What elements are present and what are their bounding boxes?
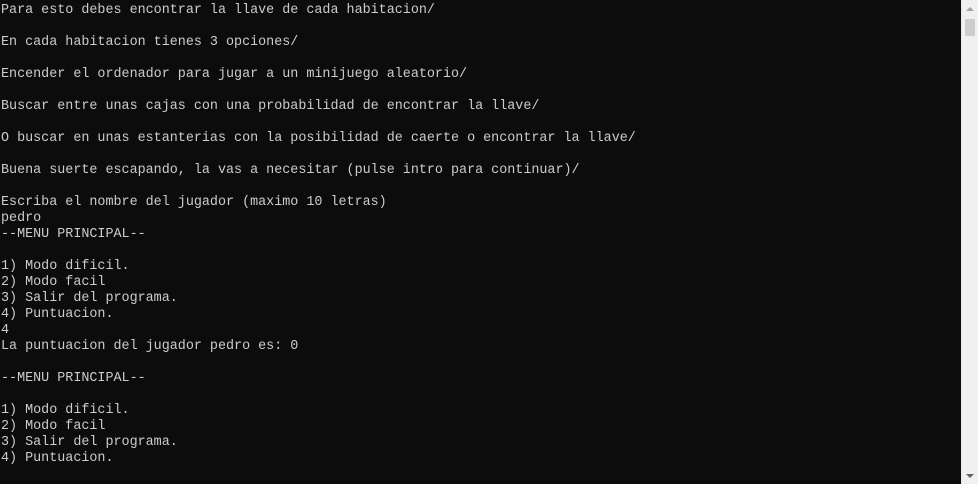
console-line: O buscar en unas estanterias con la posi… [1,131,636,146]
menu-option-hard-mode: 1) Modo dificil. [1,403,130,418]
scroll-down-button[interactable] [962,467,978,484]
scroll-up-button[interactable] [962,0,978,17]
menu-option-exit: 3) Salir del programa. [1,435,178,450]
menu-option-hard-mode: 1) Modo dificil. [1,259,130,274]
console-output[interactable]: Para esto debes encontrar la llave de ca… [0,3,958,481]
console-input-echo: pedro [1,211,42,226]
console-prompt-line: Escriba el nombre del jugador (maximo 10… [1,195,387,210]
console-input-echo: 4 [1,323,10,338]
scrollbar-thumb[interactable] [965,19,975,36]
score-message: La puntuacion del jugador pedro es: 0 [1,339,299,354]
triangle-up-icon [966,6,974,11]
vertical-scrollbar[interactable] [961,0,978,484]
menu-option-score: 4) Puntuacion. [1,451,114,466]
menu-title: --MENU PRINCIPAL-- [1,371,146,386]
console-line: Encender el ordenador para jugar a un mi… [1,67,468,82]
menu-title: --MENU PRINCIPAL-- [1,227,146,242]
menu-option-score: 4) Puntuacion. [1,307,114,322]
menu-option-exit: 3) Salir del programa. [1,291,178,306]
console-line: Para esto debes encontrar la llave de ca… [1,3,435,18]
console-line: Buena suerte escapando, la vas a necesit… [1,163,580,178]
triangle-down-icon [966,473,974,478]
console-line: En cada habitacion tienes 3 opciones/ [1,35,299,50]
console-window[interactable]: Para esto debes encontrar la llave de ca… [0,0,978,484]
menu-option-easy-mode: 2) Modo facil [1,419,106,434]
console-line: Buscar entre unas cajas con una probabil… [1,99,540,114]
menu-option-easy-mode: 2) Modo facil [1,275,106,290]
